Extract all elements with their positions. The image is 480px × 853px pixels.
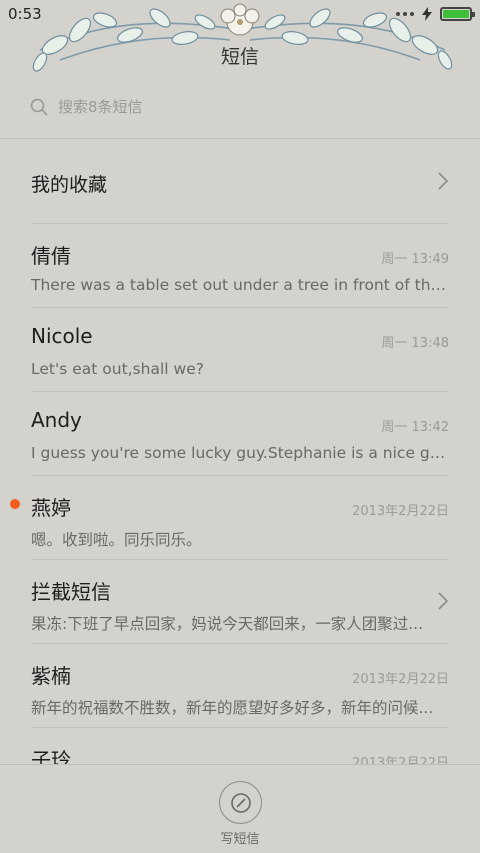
folder-title: 我的收藏 <box>31 174 108 196</box>
blocked-messages-folder[interactable]: 拦截短信 果冻:下班了早点回家，妈说今天都回来，一家人团聚过... <box>31 560 449 644</box>
message-time: 周一 13:48 <box>381 336 449 351</box>
divider <box>0 138 480 139</box>
chevron-right-icon <box>438 172 449 190</box>
compose-button[interactable] <box>219 781 262 824</box>
message-preview: 新年的祝福数不胜数，新年的愿望好多好多，新年的问候... <box>31 699 434 717</box>
contact-name: Nicole <box>31 324 93 348</box>
chevron-right-icon <box>438 592 449 610</box>
conversation-item[interactable]: 燕婷 2013年2月22日 嗯。收到啦。同乐同乐。 <box>10 476 449 560</box>
message-preview: 嗯。收到啦。同乐同乐。 <box>31 531 202 549</box>
conversation-item[interactable]: Nicole 周一 13:48 Let's eat out,shall we? <box>31 308 449 392</box>
conversation-item[interactable]: Andy 周一 13:42 I guess you're some lucky … <box>31 392 449 476</box>
message-time: 周一 13:49 <box>381 252 449 267</box>
message-preview: Let's eat out,shall we? <box>31 360 204 378</box>
message-time: 2013年2月22日 <box>352 504 449 519</box>
contact-name: 紫楠 <box>31 664 71 688</box>
page-title: 短信 <box>220 46 259 68</box>
message-time: 周一 13:42 <box>381 420 449 435</box>
folder-title: 拦截短信 <box>31 580 111 604</box>
bottom-bar: 写短信 <box>0 764 480 853</box>
conversation-item[interactable]: 紫楠 2013年2月22日 新年的祝福数不胜数，新年的愿望好多好多，新年的问候.… <box>31 644 449 728</box>
favorites-folder[interactable]: 我的收藏 <box>31 140 449 224</box>
contact-name: 倩倩 <box>31 244 71 268</box>
search-icon <box>30 98 48 116</box>
contact-name: 燕婷 <box>31 496 71 520</box>
search-bar[interactable]: 搜索8条短信 <box>30 96 143 117</box>
message-preview: 果冻:下班了早点回家，妈说今天都回来，一家人团聚过... <box>31 615 424 633</box>
compose-icon <box>230 792 251 813</box>
header-decoration: 短信 <box>0 0 480 90</box>
unread-indicator <box>10 499 20 509</box>
conversation-list: 我的收藏 倩倩 周一 13:49 There was a table set o… <box>0 140 480 812</box>
contact-name: Andy <box>31 408 82 432</box>
message-preview: I guess you're some lucky guy.Stephanie … <box>31 444 449 462</box>
message-preview: There was a table set out under a tree i… <box>31 276 449 294</box>
conversation-item[interactable]: 倩倩 周一 13:49 There was a table set out un… <box>31 224 449 308</box>
search-placeholder: 搜索8条短信 <box>58 98 143 116</box>
compose-label: 写短信 <box>220 832 260 847</box>
message-time: 2013年2月22日 <box>352 672 449 687</box>
